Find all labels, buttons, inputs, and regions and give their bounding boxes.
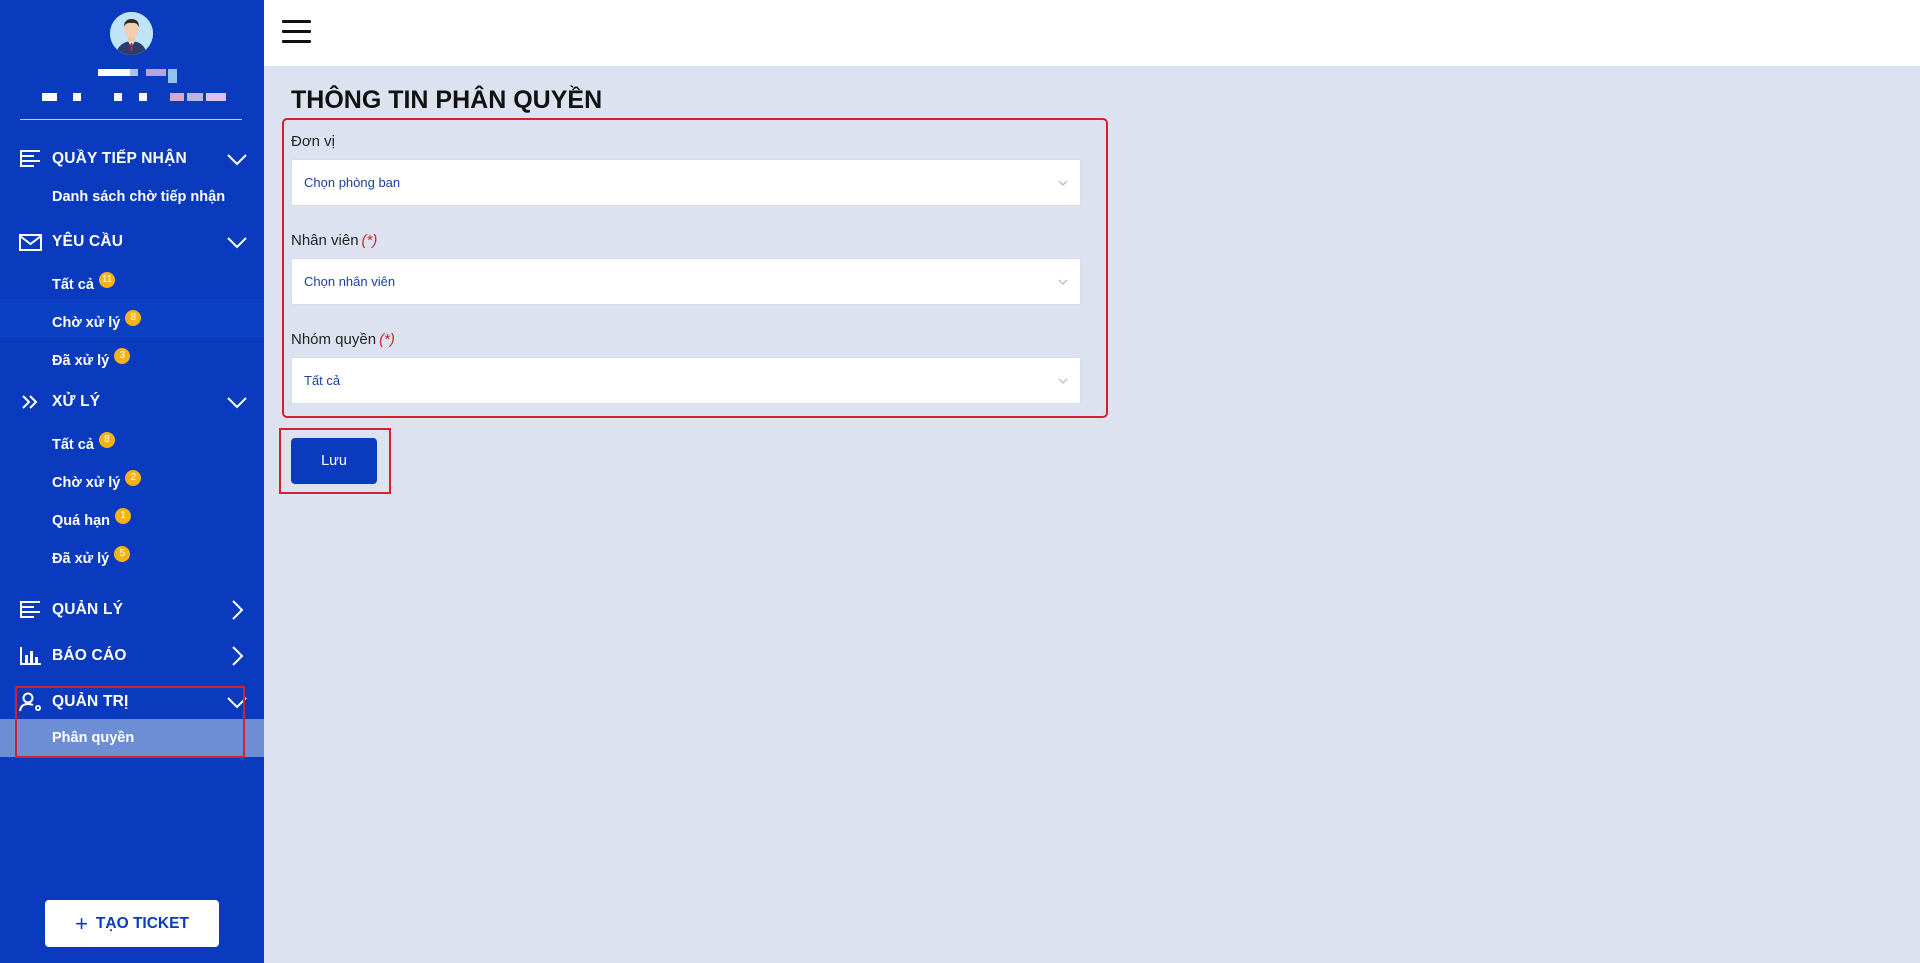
blurred-role xyxy=(0,93,264,103)
create-ticket-label: TẠO TICKET xyxy=(95,914,189,932)
field-label-text: Nhóm quyền xyxy=(291,331,377,348)
blurred-username xyxy=(0,69,264,83)
chevron-down-icon[interactable] xyxy=(227,392,247,412)
bar-chart-icon xyxy=(20,647,41,665)
chevron-down-icon[interactable] xyxy=(227,149,247,169)
sidebar-item-label: Tất cả xyxy=(52,437,94,453)
highlight-box-admin xyxy=(15,686,245,758)
count-badge: 8 xyxy=(98,432,115,448)
sidebar: QUẦY TIẾP NHẬN Danh sách chờ tiếp nhận Y… xyxy=(0,0,264,963)
sidebar-item-label: Đã xử lý xyxy=(52,551,110,567)
chevron-down-icon[interactable] xyxy=(227,232,247,252)
sidebar-item-label: Chờ xử lý xyxy=(52,315,121,331)
employee-select-value: Chọn nhân viên xyxy=(304,274,396,289)
sidebar-item-label: Tất cả xyxy=(52,277,94,293)
chevron-right-icon[interactable] xyxy=(227,646,247,666)
count-badge: 5 xyxy=(114,546,131,562)
sidebar-item-processing-overdue[interactable]: Quá hạn 1 xyxy=(0,497,264,535)
save-button[interactable]: Lưu xyxy=(291,438,377,484)
employee-select[interactable]: Chọn nhân viên xyxy=(291,258,1081,305)
sidebar-section-label: BÁO CÁO xyxy=(52,647,127,664)
sidebar-section-reports[interactable]: BÁO CÁO xyxy=(0,640,264,670)
sidebar-item-processing-done[interactable]: Đã xử lý 5 xyxy=(0,535,264,573)
role-group-select-value: Tất cả xyxy=(304,373,341,388)
hamburger-icon[interactable] xyxy=(282,20,312,45)
create-ticket-button[interactable]: + TẠO TICKET xyxy=(45,900,219,947)
sidebar-section-requests[interactable]: YÊU CẦU xyxy=(0,226,264,256)
count-badge: 11 xyxy=(98,272,116,288)
sidebar-item-requests-all[interactable]: Tất cả 11 xyxy=(0,261,264,299)
double-chevron-icon xyxy=(22,395,38,409)
sidebar-item-waiting-list[interactable]: Danh sách chờ tiếp nhận xyxy=(0,178,264,216)
sidebar-item-label: Chờ xử lý xyxy=(52,475,121,491)
list-icon xyxy=(20,601,40,618)
sidebar-section-processing[interactable]: XỬ LÝ xyxy=(0,386,264,416)
count-badge: 3 xyxy=(114,348,131,364)
user-avatar-icon xyxy=(110,12,153,55)
avatar[interactable] xyxy=(110,12,153,55)
count-badge: 2 xyxy=(125,470,142,486)
chevron-down-icon xyxy=(1058,279,1068,285)
field-label-unit: Đơn vị xyxy=(291,133,335,150)
field-label-employee: Nhân viên (*) xyxy=(291,232,377,249)
sidebar-item-processing-pending[interactable]: Chờ xử lý 2 xyxy=(0,459,264,497)
sidebar-divider xyxy=(20,119,242,120)
sidebar-section-label: YÊU CẦU xyxy=(52,233,124,250)
chevron-right-icon[interactable] xyxy=(227,600,247,620)
page-title: THÔNG TIN PHÂN QUYỀN xyxy=(291,86,603,114)
sidebar-section-reception[interactable]: QUẦY TIẾP NHẬN xyxy=(0,143,264,173)
field-label-text: Nhân viên xyxy=(291,232,359,249)
unit-select[interactable]: Chọn phòng ban xyxy=(291,159,1081,206)
sidebar-section-management[interactable]: QUẢN LÝ xyxy=(0,594,264,624)
sidebar-item-processing-all[interactable]: Tất cả 8 xyxy=(0,421,264,459)
chevron-down-icon xyxy=(1058,378,1068,384)
sidebar-item-label: Quá hạn xyxy=(52,513,111,529)
sidebar-item-label: Đã xử lý xyxy=(52,353,110,369)
plus-icon: + xyxy=(75,910,88,936)
sidebar-section-label: QUẢN LÝ xyxy=(52,601,124,618)
chevron-down-icon xyxy=(1058,180,1068,186)
sidebar-section-label: QUẦY TIẾP NHẬN xyxy=(52,150,187,167)
envelope-icon xyxy=(19,234,42,251)
list-icon xyxy=(20,150,40,167)
field-label-role-group: Nhóm quyền (*) xyxy=(291,331,395,348)
required-mark: (*) xyxy=(361,232,378,249)
sidebar-item-label: Danh sách chờ tiếp nhận xyxy=(52,189,226,205)
role-group-select[interactable]: Tất cả xyxy=(291,357,1081,404)
sidebar-item-requests-done[interactable]: Đã xử lý 3 xyxy=(0,337,264,375)
top-bar xyxy=(264,0,1920,66)
count-badge: 8 xyxy=(125,310,142,326)
sidebar-item-requests-pending[interactable]: Chờ xử lý 8 xyxy=(0,299,264,337)
count-badge: 1 xyxy=(115,508,132,524)
required-mark: (*) xyxy=(379,331,395,348)
field-label-text: Đơn vị xyxy=(291,133,336,150)
sidebar-section-label: XỬ LÝ xyxy=(52,393,101,410)
unit-select-value: Chọn phòng ban xyxy=(304,175,401,190)
